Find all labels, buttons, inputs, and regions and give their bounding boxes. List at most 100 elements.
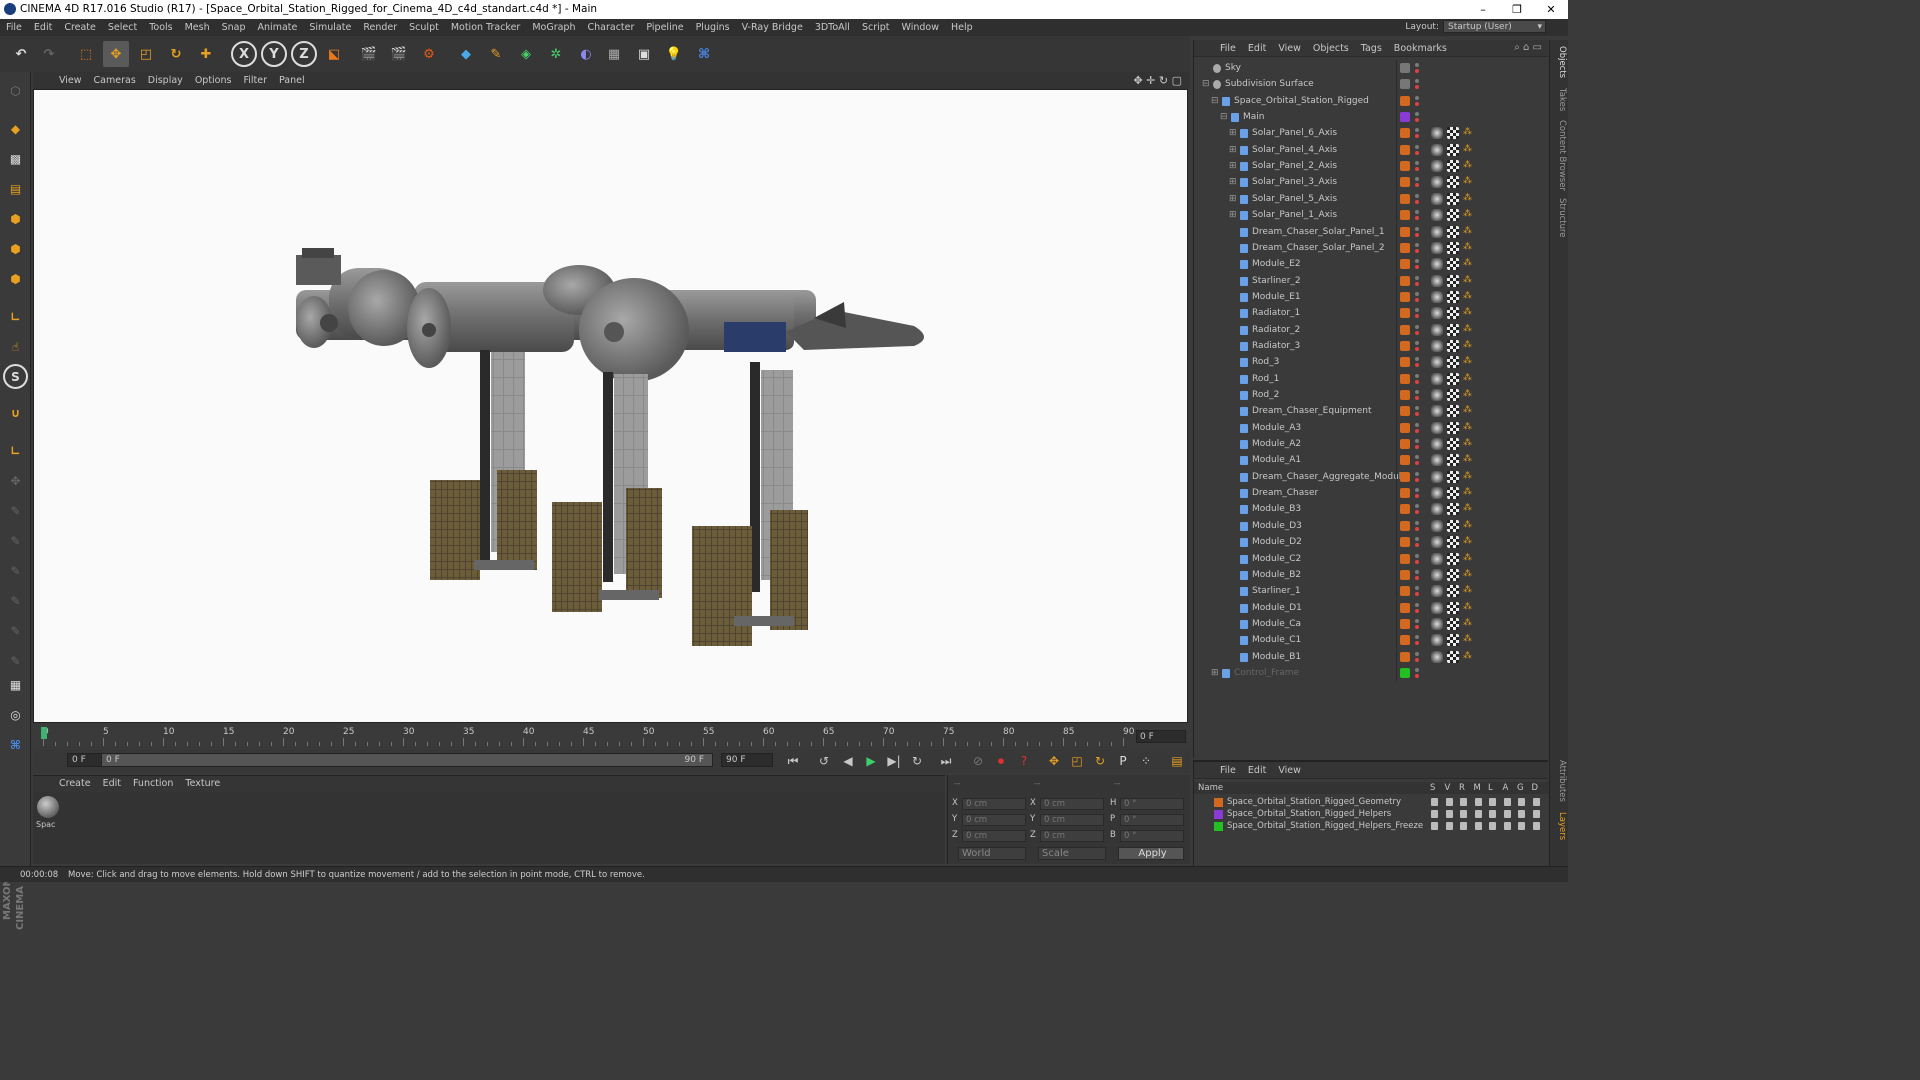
scale-key-icon[interactable]: ◰ [1067, 751, 1087, 771]
render-visibility-dot[interactable] [1415, 134, 1419, 139]
texture-tag-icon[interactable] [1447, 323, 1459, 336]
texture-tag-icon[interactable] [1447, 519, 1459, 532]
render-visibility-dot[interactable] [1415, 281, 1419, 286]
menu-sculpt[interactable]: Sculpt [403, 19, 445, 36]
weight-tag-icon[interactable] [1431, 421, 1443, 434]
render-visibility-dot[interactable] [1415, 673, 1419, 678]
layer-toggle-icon[interactable] [1532, 822, 1540, 830]
layer-color-swatch[interactable] [1400, 439, 1410, 450]
layer-color-swatch[interactable] [1400, 210, 1410, 221]
weight-tag-icon[interactable] [1431, 209, 1443, 222]
lock-workplane-icon[interactable]: ✥ [3, 468, 28, 493]
texture-tag-icon[interactable] [1447, 241, 1459, 254]
end-frame-field[interactable]: 90 F [721, 753, 773, 767]
editor-visibility-dot[interactable] [1415, 520, 1419, 525]
camera-icon[interactable]: ▣ [631, 41, 657, 67]
editor-visibility-dot[interactable] [1415, 651, 1419, 656]
object-row[interactable]: Radiator_1 ⁂ [1194, 305, 1549, 322]
texture-tag-icon[interactable] [1447, 290, 1459, 303]
coord-field[interactable]: 0 cm [1040, 830, 1104, 842]
expand-toggle-icon[interactable]: ⊞ [1229, 207, 1237, 223]
editor-visibility-dot[interactable] [1415, 602, 1419, 607]
editor-visibility-dot[interactable] [1415, 553, 1419, 558]
object-row[interactable]: Module_E2 ⁂ [1194, 256, 1549, 273]
render-visibility-dot[interactable] [1415, 526, 1419, 531]
render-visibility-dot[interactable] [1415, 199, 1419, 204]
play-icon[interactable]: ▶ [861, 751, 881, 771]
coordinate-system-icon[interactable]: ⬕ [321, 41, 347, 67]
weight-tag-icon[interactable] [1431, 536, 1443, 549]
current-frame-field[interactable]: 0 F [1136, 730, 1186, 743]
layer-color-swatch[interactable] [1214, 822, 1223, 831]
texture-tag-icon[interactable] [1447, 274, 1459, 287]
layer-toggle-icon[interactable] [1460, 798, 1467, 806]
render-picture-viewer-icon[interactable]: 🎬 [386, 41, 412, 67]
material-name[interactable]: Spac [36, 820, 55, 829]
material-menu-edit[interactable]: Edit [97, 776, 127, 792]
render-visibility-dot[interactable] [1415, 167, 1419, 172]
expand-toggle-icon[interactable]: ⊞ [1229, 158, 1237, 174]
weight-tag-icon[interactable] [1431, 192, 1443, 205]
coord-field[interactable]: 0 cm [1040, 798, 1104, 810]
editor-visibility-dot[interactable] [1415, 144, 1419, 149]
step-forward-icon[interactable]: ▶| [884, 751, 904, 771]
constraint-tag-icon[interactable]: ⁂ [1463, 275, 1475, 287]
texture-tag-icon[interactable] [1447, 225, 1459, 238]
live-select-icon[interactable]: ⬚ [73, 41, 99, 67]
editor-visibility-dot[interactable] [1415, 259, 1419, 264]
timeline-ruler[interactable]: 051015202530354045505560657075808590 0 F [33, 724, 1190, 748]
object-row[interactable]: Dream_Chaser_Aggregate_Module ⁂ [1194, 468, 1549, 485]
object-row[interactable]: Module_C1 ⁂ [1194, 632, 1549, 649]
object-row[interactable]: ⊞ Solar_Panel_3_Axis ⁂ [1194, 174, 1549, 191]
coord-field[interactable]: 0 cm [962, 814, 1026, 826]
object-row[interactable]: Module_D3 ⁂ [1194, 517, 1549, 534]
constraint-tag-icon[interactable]: ⁂ [1463, 602, 1475, 614]
render-visibility-dot[interactable] [1415, 232, 1419, 237]
object-row[interactable]: Dream_Chaser_Solar_Panel_2 ⁂ [1194, 239, 1549, 256]
object-row[interactable]: Module_B1 ⁂ [1194, 648, 1549, 665]
material-menu-texture[interactable]: Texture [179, 776, 226, 792]
constraint-tag-icon[interactable]: ⁂ [1463, 422, 1475, 434]
object-row[interactable]: Module_E1 ⁂ [1194, 288, 1549, 305]
layer-color-swatch[interactable] [1400, 471, 1410, 482]
texture-mode-icon[interactable]: ▩ [3, 146, 28, 171]
menu-mesh[interactable]: Mesh [179, 19, 216, 36]
search-icon[interactable]: ⌕ ⌂ ▭ [1514, 42, 1542, 53]
layer-color-swatch[interactable] [1400, 259, 1410, 270]
object-row[interactable]: Module_A2 ⁂ [1194, 436, 1549, 453]
render-visibility-dot[interactable] [1415, 85, 1419, 90]
points-mode-icon[interactable]: ⬢ [3, 206, 28, 231]
floor-icon[interactable]: ▦ [601, 41, 627, 67]
object-row[interactable]: Rod_1 ⁂ [1194, 370, 1549, 387]
layer-toggle-icon[interactable] [1518, 798, 1525, 806]
coord-field[interactable]: 0 ° [1120, 798, 1184, 810]
layer-toggle-icon[interactable] [1518, 810, 1525, 818]
redo-icon[interactable]: ↷ [36, 41, 62, 67]
menu-edit[interactable]: Edit [28, 19, 58, 36]
object-menu-file[interactable]: File [1214, 40, 1242, 57]
weight-tag-icon[interactable] [1431, 503, 1443, 516]
layer-toggle-icon[interactable] [1489, 822, 1496, 830]
tab-takes[interactable]: Takes [1552, 88, 1567, 111]
object-menu-objects[interactable]: Objects [1307, 40, 1355, 57]
x-axis-icon[interactable]: X [231, 41, 257, 67]
texture-tag-icon[interactable] [1447, 143, 1459, 156]
layer-color-swatch[interactable] [1400, 275, 1410, 286]
frame-range-slider[interactable]: 0 F 90 F [101, 753, 713, 767]
constraint-tag-icon[interactable]: ⁂ [1463, 389, 1475, 401]
layer-color-swatch[interactable] [1214, 810, 1223, 819]
weight-tag-icon[interactable] [1431, 160, 1443, 173]
layer-row[interactable]: Space_Orbital_Station_Rigged_Geometry [1194, 796, 1549, 808]
texture-tag-icon[interactable] [1447, 552, 1459, 565]
editor-visibility-dot[interactable] [1415, 128, 1419, 133]
object-row[interactable]: Dream_Chaser_Equipment ⁂ [1194, 403, 1549, 420]
weight-tag-icon[interactable] [1431, 454, 1443, 467]
add-icon[interactable]: ✚ [193, 41, 219, 67]
layer-toggle-icon[interactable] [1489, 810, 1496, 818]
layout-dropdown[interactable]: Startup (User) ▾ [1443, 20, 1546, 33]
coord-field[interactable]: 0 cm [962, 798, 1026, 810]
render-visibility-dot[interactable] [1415, 118, 1419, 123]
render-visibility-dot[interactable] [1415, 575, 1419, 580]
layer-color-swatch[interactable] [1400, 635, 1410, 646]
weight-tag-icon[interactable] [1431, 307, 1443, 320]
